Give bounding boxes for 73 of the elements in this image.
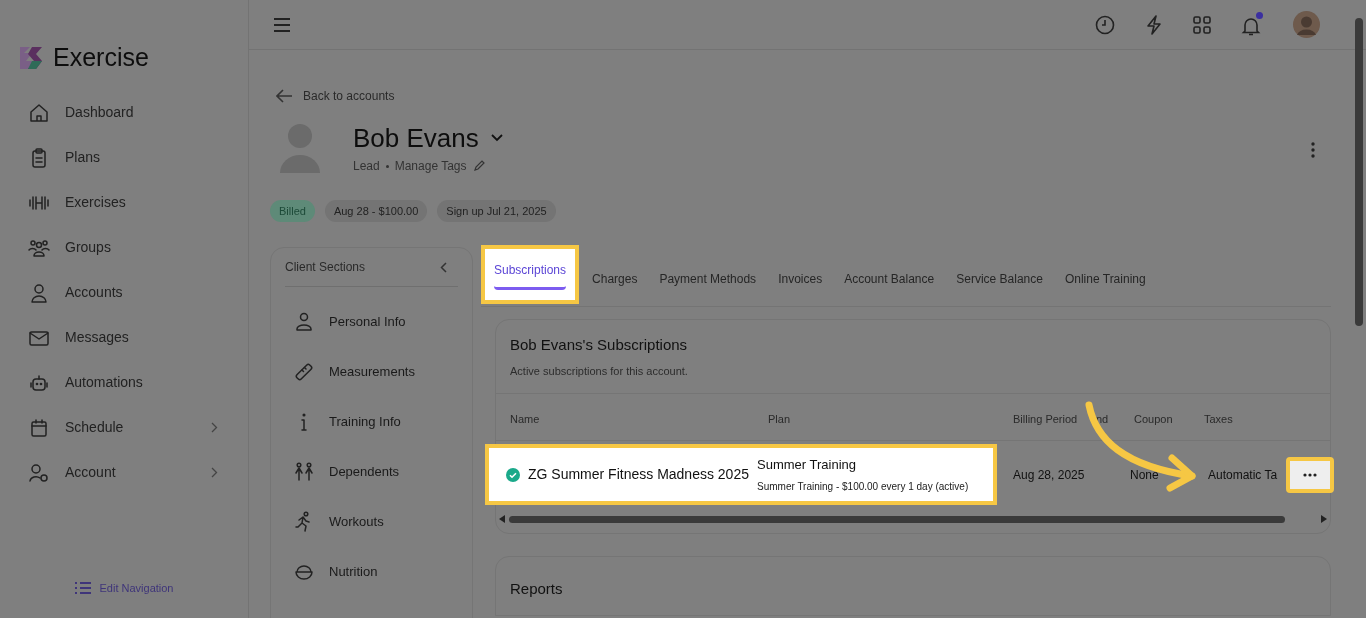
table-cell-text: None: [1130, 467, 1159, 484]
column-header: Name: [510, 412, 540, 427]
clock-icon[interactable]: [1095, 14, 1115, 35]
column-header: Billing Period: [1013, 412, 1078, 427]
more-vertical-icon[interactable]: [1311, 142, 1315, 158]
tab[interactable]: Invoices: [767, 270, 834, 306]
role-text: Lead: [353, 158, 380, 175]
edit-navigation-link[interactable]: Edit Navigation: [74, 579, 174, 596]
badge: Sign up Jul 21, 2025: [437, 200, 556, 222]
menu-icon: [273, 17, 291, 32]
plan-detail: Summer Training - $100.00 every 1 day (active): [757, 479, 969, 494]
chevron-left-icon[interactable]: [440, 261, 447, 273]
horizontal-scrollbar[interactable]: [509, 515, 1285, 523]
column-header: Taxes: [1204, 412, 1233, 427]
section-item[interactable]: Personal Info: [271, 297, 472, 347]
menu-button[interactable]: [273, 16, 291, 33]
calendar-icon: [28, 416, 50, 439]
card-title: Reports: [510, 579, 564, 599]
manage-tags-link[interactable]: Manage Tags: [394, 157, 467, 175]
section-item[interactable]: Measurements: [271, 347, 472, 397]
column-header: Coupon: [1134, 412, 1173, 427]
table-cell-text: Automatic Ta: [1208, 467, 1278, 484]
sidebar-item[interactable]: Messages: [0, 315, 248, 360]
scrollbar[interactable]: [1355, 18, 1363, 326]
sidebar-item[interactable]: Automations: [0, 360, 248, 405]
section-item[interactable]: Dependents: [271, 447, 472, 497]
pencil-icon[interactable]: [472, 160, 485, 172]
sidebar-item[interactable]: Schedule: [0, 405, 248, 450]
chevron-down-icon[interactable]: [490, 134, 503, 142]
sidebar-item[interactable]: Account: [0, 450, 248, 495]
tab[interactable]: Payment Methods: [648, 270, 768, 306]
card-title: Bob Evans's Subscriptions: [510, 335, 689, 355]
section-item[interactable]: Workouts: [271, 497, 472, 547]
more-button[interactable]: [1286, 457, 1334, 493]
sidebar-item[interactable]: Plans: [0, 135, 248, 180]
back-link[interactable]: Back to accounts: [276, 88, 1366, 104]
tab[interactable]: Subscriptions: [481, 245, 580, 304]
section-item[interactable]: Training Info: [271, 397, 472, 447]
more-horizontal-icon: [1303, 473, 1317, 477]
logo-icon: [18, 44, 44, 71]
tab[interactable]: Online Training: [1053, 270, 1157, 306]
tab[interactable]: Service Balance: [945, 270, 1054, 306]
tab[interactable]: Charges: [581, 270, 649, 306]
avatar-icon[interactable]: [1293, 11, 1320, 38]
sidebar-item[interactable]: Exercises: [0, 180, 248, 225]
person-icon: [293, 311, 315, 333]
badge: Billed: [270, 200, 315, 222]
table-cell-text: Aug 28, 2025: [1013, 467, 1085, 484]
list-icon: [74, 580, 91, 595]
person-icon: [28, 281, 50, 304]
home-icon: [28, 101, 50, 124]
scroll-right-icon[interactable]: [1321, 515, 1327, 523]
panel-title: Client Sections: [285, 259, 366, 276]
grid-icon[interactable]: [1193, 15, 1211, 34]
children-icon: [293, 461, 315, 483]
plan-name: Summer Training: [757, 456, 857, 475]
section-item[interactable]: Nutrition: [271, 547, 472, 597]
sidebar-item[interactable]: Dashboard: [0, 90, 248, 135]
card-subtitle: Active subscriptions for this account.: [510, 363, 689, 379]
info-icon: [300, 411, 308, 433]
tab[interactable]: Account Balance: [833, 270, 946, 306]
sidebar-item[interactable]: Accounts: [0, 270, 248, 315]
profile-name: Bob Evans: [353, 122, 479, 154]
table-cell: ZG Summer Fitness Madness 2025: [489, 464, 757, 485]
bell-icon[interactable]: [1241, 15, 1261, 36]
back-arrow-icon: [276, 89, 293, 103]
ruler-icon: [293, 361, 315, 383]
badge: Aug 28 - $100.00: [324, 200, 428, 222]
column-header: Plan: [768, 412, 791, 427]
lightning-icon[interactable]: [1145, 14, 1163, 35]
scroll-left-icon[interactable]: [499, 515, 505, 523]
sidebar-item[interactable]: Groups: [0, 225, 248, 270]
app-name: Exercise: [53, 45, 149, 70]
